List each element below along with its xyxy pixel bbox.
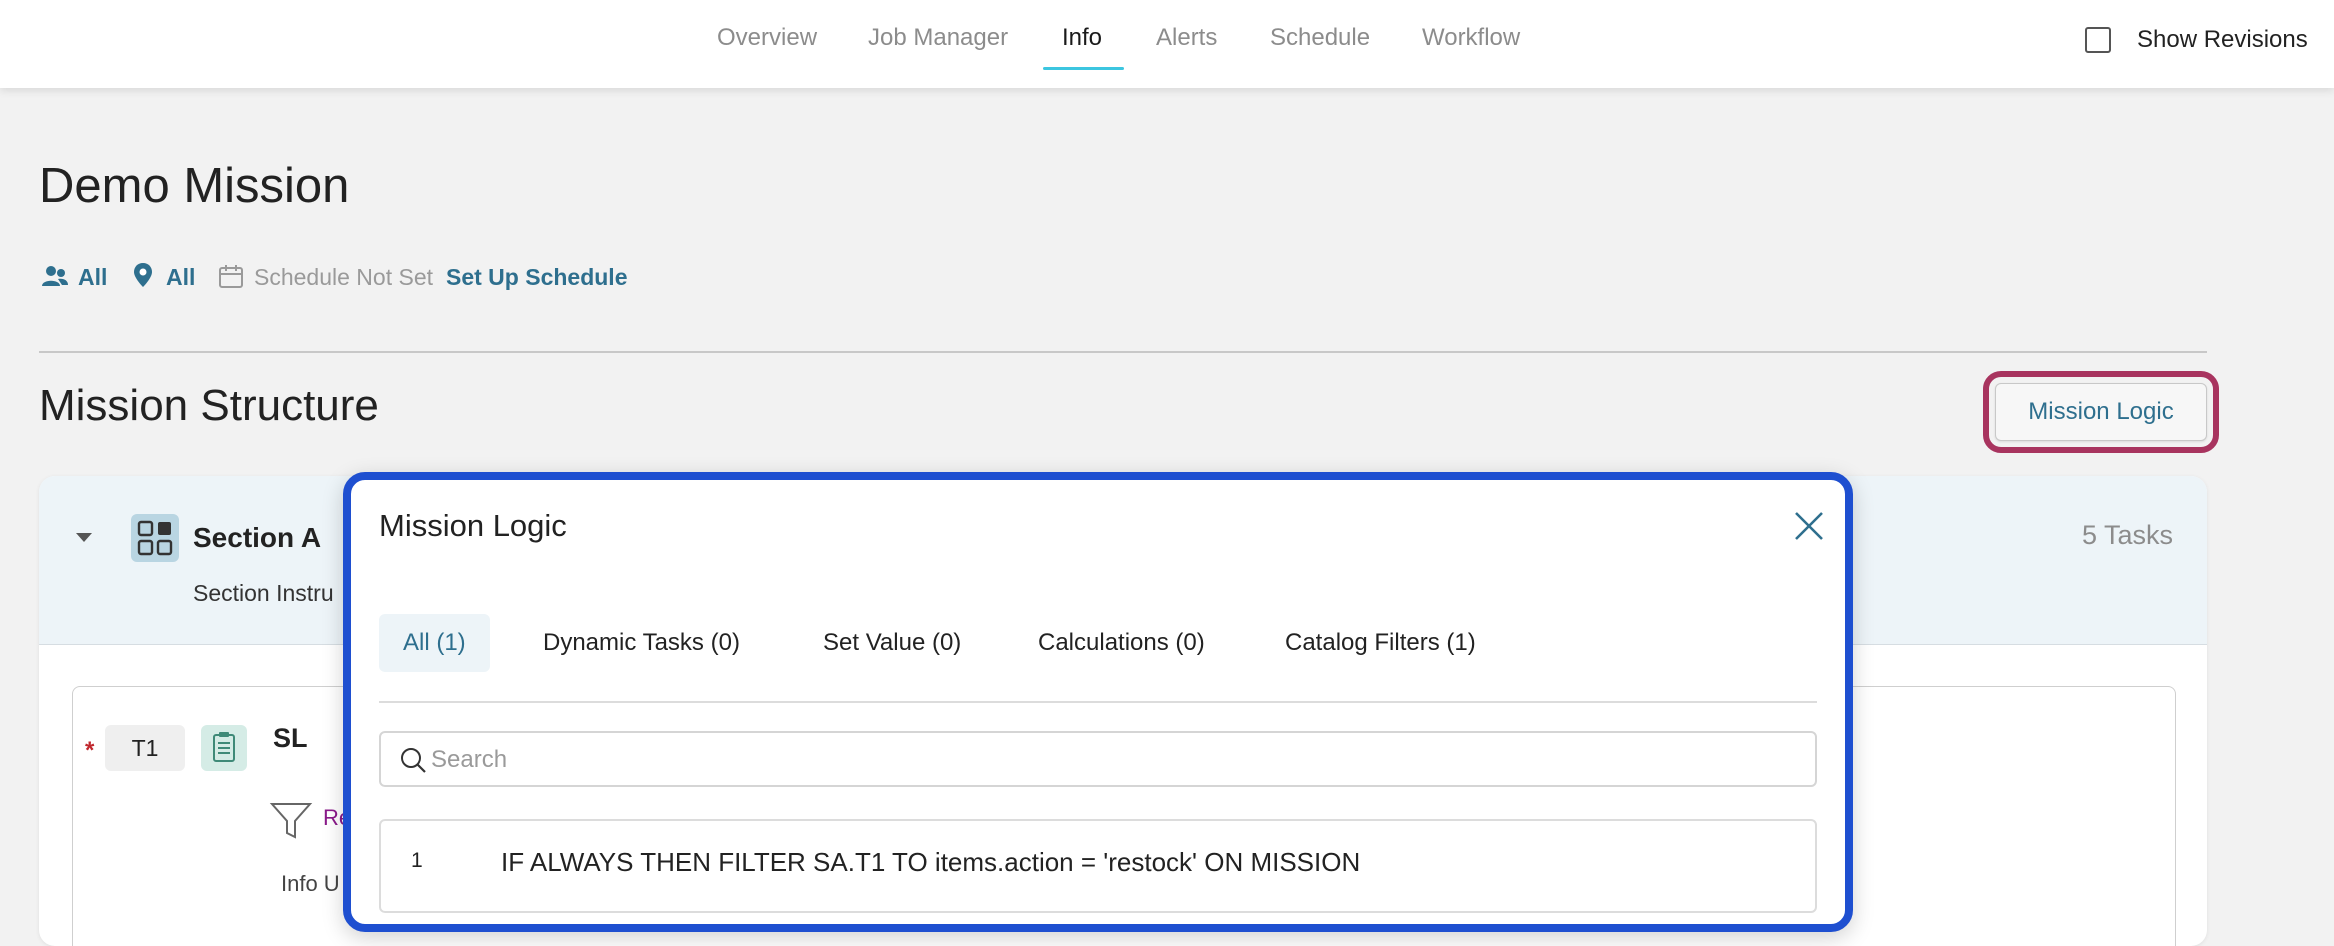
locations-filter-link[interactable]: All: [166, 264, 195, 291]
search-input[interactable]: [429, 733, 1803, 787]
tab-info[interactable]: Info: [1062, 24, 1102, 52]
top-nav-bar: Overview Job Manager Info Alerts Schedul…: [0, 0, 2334, 88]
logic-tab-calculations[interactable]: Calculations (0): [1014, 614, 1229, 672]
logic-rule-row[interactable]: 1 IF ALWAYS THEN FILTER SA.T1 TO items.a…: [379, 819, 1817, 913]
search-field[interactable]: [379, 731, 1817, 787]
checklist-icon: [201, 725, 247, 771]
location-pin-icon: [134, 263, 152, 287]
task-id-badge: T1: [105, 725, 185, 771]
show-revisions-label[interactable]: Show Revisions: [2137, 26, 2308, 54]
show-revisions-checkbox[interactable]: [2085, 27, 2111, 53]
logic-tab-all[interactable]: All (1): [379, 614, 490, 672]
tab-schedule[interactable]: Schedule: [1270, 24, 1370, 52]
collapse-caret-icon[interactable]: [76, 533, 92, 542]
tab-job-manager[interactable]: Job Manager: [868, 24, 1008, 52]
section-instructions: Section Instru: [193, 580, 334, 606]
header-divider: [39, 351, 2207, 353]
set-up-schedule-link[interactable]: Set Up Schedule: [446, 264, 627, 291]
mission-structure-heading: Mission Structure: [39, 381, 379, 430]
tasks-count: 5 Tasks: [2081, 520, 2173, 550]
search-icon: [401, 748, 426, 773]
tab-alerts[interactable]: Alerts: [1156, 24, 1217, 52]
rule-number: 1: [411, 849, 423, 872]
page-title: Demo Mission: [39, 159, 350, 213]
modal-title: Mission Logic: [379, 508, 567, 543]
section-grid-icon: [131, 514, 179, 562]
logic-tab-dynamic-tasks[interactable]: Dynamic Tasks (0): [519, 614, 764, 672]
mission-logic-modal: Mission Logic All (1) Dynamic Tasks (0) …: [343, 472, 1853, 932]
filter-icon: [269, 803, 313, 839]
mission-logic-button[interactable]: Mission Logic: [1995, 383, 2207, 441]
calendar-icon: [219, 265, 243, 288]
info-text: Info U: [281, 871, 340, 896]
rule-text: IF ALWAYS THEN FILTER SA.T1 TO items.act…: [501, 847, 1361, 877]
required-indicator: *: [85, 737, 95, 764]
users-filter-link[interactable]: All: [78, 264, 107, 291]
tabs-divider: [379, 701, 1817, 703]
users-icon: [42, 266, 68, 286]
close-icon[interactable]: [1791, 508, 1827, 544]
active-tab-indicator: [1043, 67, 1124, 70]
logic-tab-catalog-filters[interactable]: Catalog Filters (1): [1261, 614, 1500, 672]
schedule-status: Schedule Not Set: [254, 264, 434, 290]
logic-tab-set-value[interactable]: Set Value (0): [799, 614, 985, 672]
section-name: Section A: [193, 522, 322, 553]
task-name: SL: [273, 723, 308, 753]
tab-overview[interactable]: Overview: [717, 24, 817, 52]
tab-workflow[interactable]: Workflow: [1422, 24, 1520, 52]
